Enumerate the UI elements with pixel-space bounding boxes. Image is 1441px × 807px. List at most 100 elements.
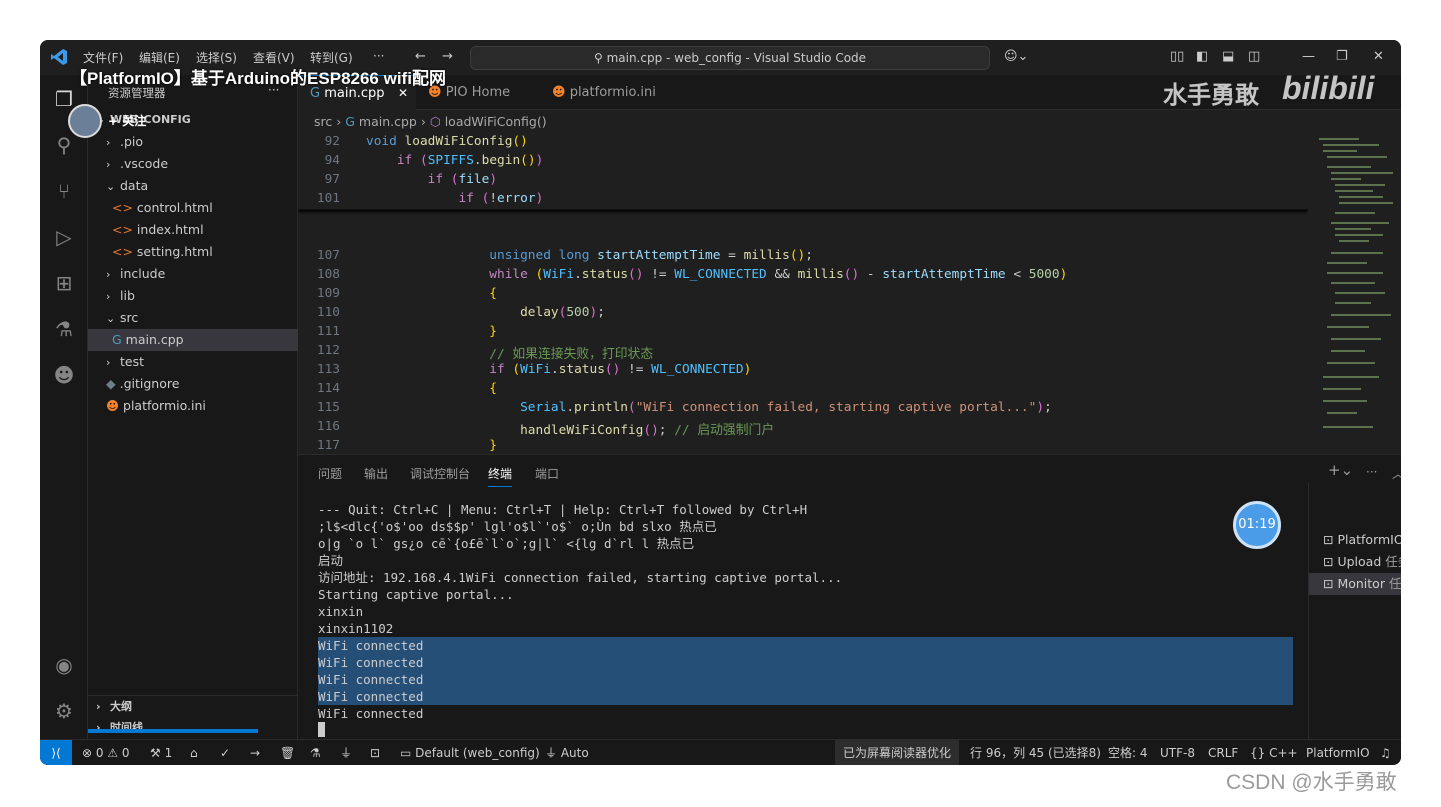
end-of-line[interactable]: CRLF — [1208, 740, 1238, 765]
line-number: 115 — [316, 400, 340, 415]
problems-indicator[interactable]: ⊗ 0 ⚠ 0 — [82, 740, 130, 765]
tree-file-gitignore[interactable]: ◆ .gitignore — [88, 373, 298, 395]
vscode-window: 文件(F) 编辑(E) 选择(S) 查看(V) 转到(G) ··· ← → ⚲ … — [40, 40, 1401, 765]
line-number: 116 — [316, 419, 340, 434]
terminal-item-upload[interactable]: ⊡ Upload 任务 ✓ — [1323, 551, 1401, 573]
pio-test-icon[interactable]: ⚗ — [310, 740, 321, 765]
pio-clean-icon[interactable]: 🗑 — [280, 740, 295, 765]
terminal-line: xinxin1102 — [318, 621, 394, 636]
terminal-icon: ⊡ — [1323, 576, 1338, 591]
remote-indicator-icon[interactable]: ⟩⟨ — [40, 740, 72, 765]
pio-terminal-icon[interactable]: ⊡ — [370, 740, 380, 765]
terminal-line: 启动 — [318, 553, 344, 568]
tree-file-index-html[interactable]: <> index.html — [88, 219, 298, 241]
code-line: if (WiFi.status() != WL_CONNECTED) — [489, 362, 752, 377]
new-terminal-icon[interactable]: +⌄ — [1328, 461, 1353, 479]
code-line: if (SPIFFS.begin()) — [396, 153, 544, 168]
command-center-search[interactable]: ⚲ main.cpp - web_config - Visual Studio … — [470, 46, 990, 70]
toggle-panel-icon[interactable]: ⬓ — [1222, 49, 1234, 64]
maximize-panel-icon[interactable]: ︿ — [1392, 465, 1401, 482]
tree-file-setting-html[interactable]: <> setting.html — [88, 241, 298, 263]
source-control-icon[interactable]: ⑂ — [52, 179, 76, 203]
timer-bubble: 01:19 — [1233, 501, 1281, 549]
tree-folder-include[interactable]: › include — [88, 263, 298, 285]
breadcrumb-src[interactable]: src — [314, 114, 332, 129]
follow-button[interactable]: + 关注 — [108, 112, 146, 129]
avatar — [68, 104, 102, 138]
tree-file-platformio-ini[interactable]: ☻ platformio.ini — [88, 395, 298, 417]
language-mode[interactable]: {} C++ — [1250, 740, 1298, 765]
tree-file-control-html[interactable]: <> control.html — [88, 197, 298, 219]
cursor-position[interactable]: 行 96，列 45 (已选择8) — [970, 740, 1101, 765]
account-icon[interactable]: ◉ — [52, 653, 76, 677]
pio-upload-icon[interactable]: → — [250, 740, 260, 765]
line-number: 110 — [316, 305, 340, 320]
code-line: } — [366, 438, 497, 453]
notifications-bell-icon[interactable]: ♫ — [1380, 740, 1391, 765]
terminal-line: 访问地址: 192.168.4.1WiFi connection failed,… — [318, 570, 843, 585]
indentation[interactable]: 空格: 4 — [1108, 740, 1148, 765]
screen-reader-indicator[interactable]: 已为屏幕阅读器优化 — [835, 740, 960, 765]
braces-icon: {} — [1250, 746, 1270, 760]
breadcrumb-symbol[interactable]: loadWiFiConfig() — [445, 114, 547, 129]
error-icon: ⊗ — [82, 746, 96, 760]
tab-platformio-ini[interactable]: ☻ platformio.ini — [540, 75, 670, 110]
html-file-icon: <> — [112, 244, 137, 259]
line-number: 107 — [316, 248, 340, 263]
platformio-status[interactable]: PlatformIO — [1306, 740, 1370, 765]
pio-home-icon[interactable]: ⌂ — [190, 740, 198, 765]
tree-folder-lib[interactable]: › lib — [88, 285, 298, 307]
line-number: 101 — [316, 191, 340, 206]
settings-gear-icon[interactable]: ⚙ — [52, 699, 76, 723]
csdn-watermark: CSDN @水手勇敢 — [1226, 771, 1397, 794]
code-line: unsigned long startAttemptTime = millis(… — [489, 248, 813, 263]
tree-file-main-cpp[interactable]: G main.cpp — [88, 329, 298, 351]
copilot-icon[interactable]: ☺⌄ — [1004, 49, 1028, 64]
code-line: } — [366, 324, 497, 339]
code-line: // 如果连接失败，打印状态 — [366, 347, 654, 362]
terminal-line: WiFi connected — [318, 671, 1293, 688]
terminal-item-platformio-cli[interactable]: ⊡ PlatformIO CLI — [1323, 529, 1401, 551]
timeline-section[interactable]: › 时间线 — [88, 717, 298, 739]
ports-indicator[interactable]: ⚒ 1 — [150, 740, 172, 765]
close-window-icon[interactable]: ✕ — [1373, 49, 1384, 64]
restore-icon[interactable]: ❐ — [1336, 49, 1348, 64]
tree-folder-vscode[interactable]: › .vscode — [88, 153, 298, 175]
terminal-output[interactable]: --- Quit: Ctrl+C | Menu: Ctrl+T | Help: … — [318, 501, 1298, 739]
encoding[interactable]: UTF-8 — [1160, 740, 1195, 765]
extensions-icon[interactable]: ⊞ — [52, 271, 76, 295]
pio-env-switch[interactable]: ▭ Default (web_config) — [400, 740, 540, 765]
menu-more[interactable]: ··· — [373, 49, 384, 63]
toggle-secondary-sidebar-icon[interactable]: ◫ — [1248, 49, 1260, 64]
breadcrumb-file[interactable]: main.cpp — [359, 114, 417, 129]
platformio-alien-icon[interactable]: ☻ — [52, 363, 76, 387]
tree-folder-test[interactable]: › test — [88, 351, 298, 373]
pio-build-icon[interactable]: ✓ — [220, 740, 230, 765]
tab-ports[interactable]: 端口 — [535, 465, 559, 482]
tab-problems[interactable]: 问题 — [318, 465, 342, 482]
tab-terminal[interactable]: 终端 — [488, 465, 513, 487]
chevron-right-icon: › — [420, 114, 430, 129]
tab-output[interactable]: 输出 — [364, 465, 388, 482]
forward-arrow-icon[interactable]: → — [442, 49, 453, 64]
minimap[interactable] — [1315, 132, 1401, 454]
minimap-preview — [1319, 138, 1393, 428]
tab-debug-console[interactable]: 调试控制台 — [410, 465, 470, 482]
pio-port-auto[interactable]: ⏚ Auto — [545, 740, 589, 765]
code-editor[interactable]: 92 void loadWiFiConfig() 94 if (SPIFFS.b… — [298, 132, 1308, 454]
back-arrow-icon[interactable]: ← — [415, 49, 426, 64]
tree-folder-src[interactable]: ⌄ src — [88, 307, 298, 329]
chevron-right-icon: › — [336, 114, 346, 129]
pio-serial-monitor-icon[interactable]: ⏚ — [340, 740, 352, 765]
bilibili-logo: bilibili — [1282, 70, 1375, 106]
outline-section[interactable]: › 大纲 — [88, 695, 298, 717]
toggle-sidebar-icon[interactable]: ◧ — [1196, 49, 1208, 64]
minimize-icon[interactable]: — — [1302, 49, 1315, 64]
run-debug-icon[interactable]: ▷ — [52, 225, 76, 249]
customize-layout-icon[interactable]: ▯▯ — [1170, 49, 1184, 64]
follow-widget[interactable]: + 关注 — [68, 104, 188, 138]
testing-icon[interactable]: ⚗ — [52, 317, 76, 341]
tree-folder-data[interactable]: ⌄ data — [88, 175, 298, 197]
terminal-item-monitor[interactable]: ⊡ Monitor 任务 ◠ — [1309, 573, 1401, 595]
panel-more-icon[interactable]: ··· — [1366, 465, 1377, 479]
